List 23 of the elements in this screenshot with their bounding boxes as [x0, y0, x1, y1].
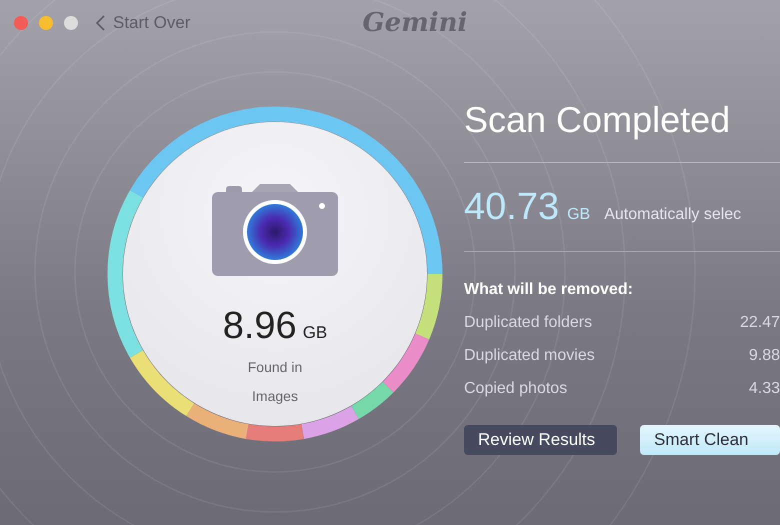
found-size-unit: GB [302, 322, 328, 344]
camera-icon [212, 184, 338, 276]
removal-heading: What will be removed: [464, 280, 634, 300]
removal-size: 4.33 [748, 379, 780, 399]
total-size: 40.73 [464, 187, 560, 227]
removal-size: 9.88 [748, 346, 780, 366]
found-size: 8.96 [222, 304, 297, 349]
action-button[interactable]: Smart Clean [640, 425, 780, 455]
removal-label: Duplicated folders [464, 313, 592, 333]
zoom-button[interactable] [64, 16, 78, 30]
removal-size: 22.47 [740, 313, 780, 333]
scan-status-title: Scan Completed [464, 98, 732, 142]
window-title: Gemini [362, 6, 468, 40]
chevron-left-icon [96, 15, 105, 31]
total-size-unit: GB [567, 205, 590, 225]
found-category: Images [252, 387, 298, 406]
minimize-button[interactable] [39, 16, 53, 30]
action-button[interactable]: Review Results [464, 425, 617, 455]
removal-label: Duplicated movies [464, 346, 595, 366]
found-caption: Found in [248, 358, 302, 377]
selection-note: Automatically selec [604, 205, 742, 225]
close-button[interactable] [14, 16, 28, 30]
removal-label: Copied photos [464, 379, 568, 399]
